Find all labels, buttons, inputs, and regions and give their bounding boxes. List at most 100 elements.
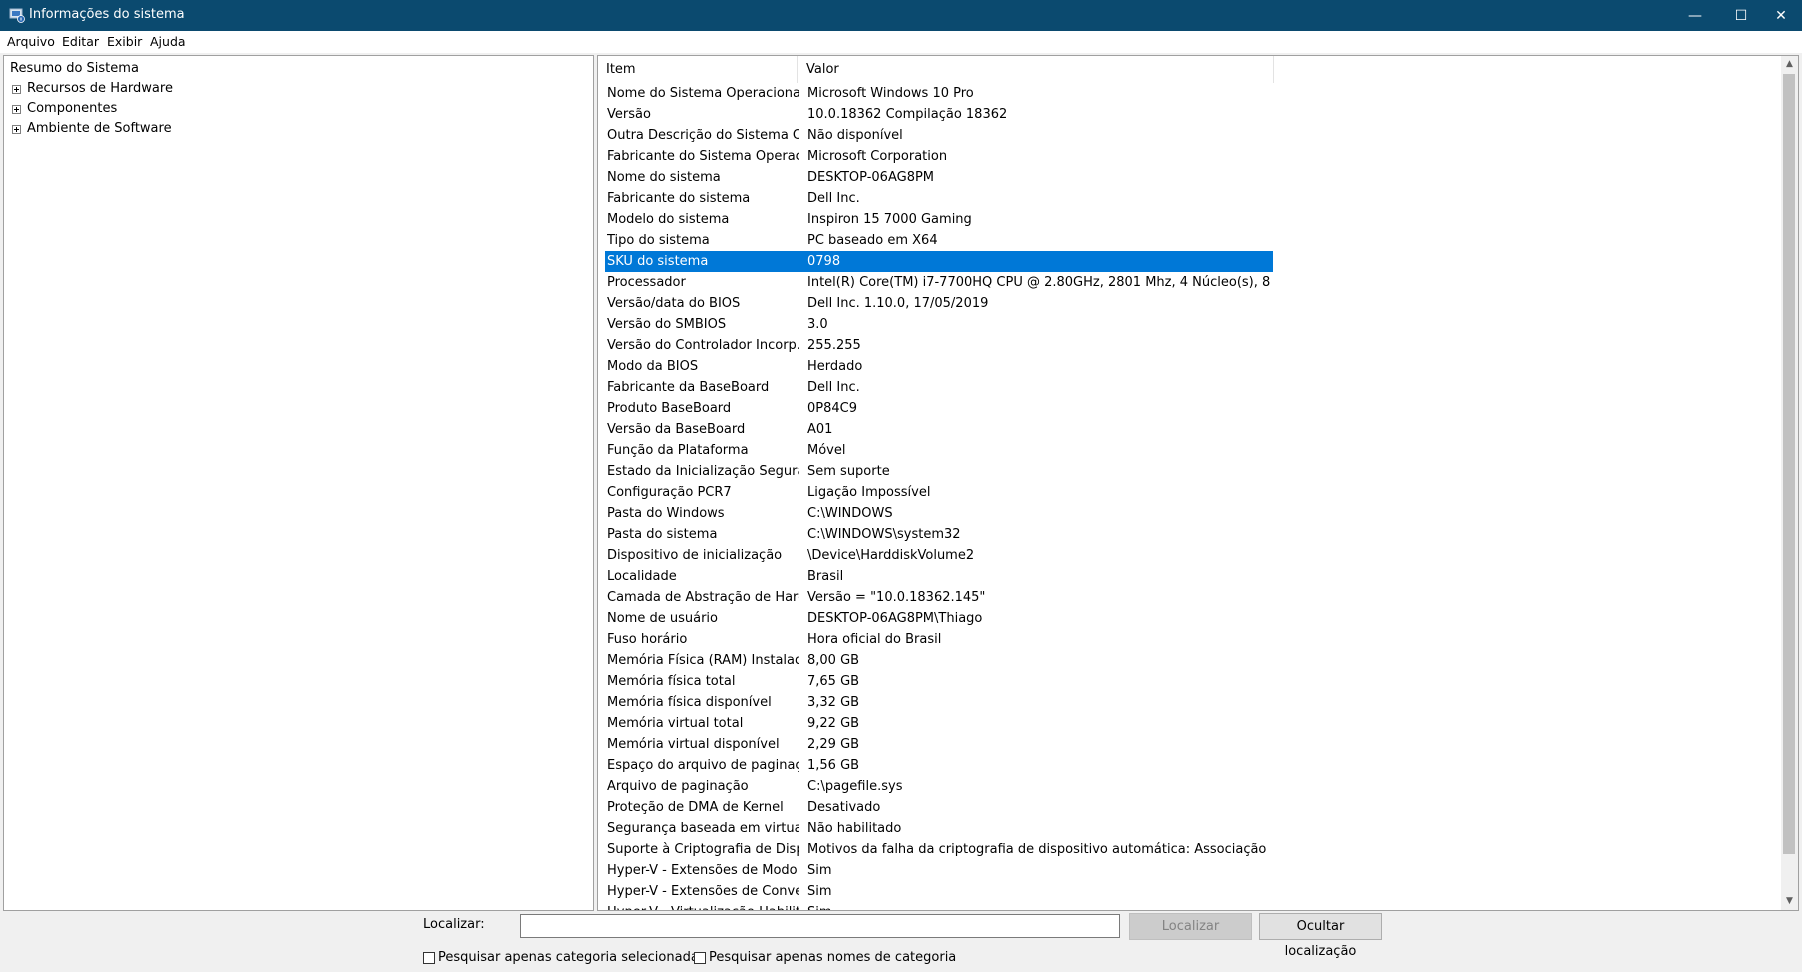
search-category-names-label: Pesquisar apenas nomes de categoria [709, 950, 957, 965]
expand-icon[interactable] [12, 84, 21, 94]
table-row[interactable]: Segurança baseada em virtuali... Não habi… [605, 818, 1273, 839]
table-row[interactable]: Memória virtual disponível 2,29 GB [605, 734, 1273, 755]
expand-icon[interactable] [12, 124, 21, 134]
table-row[interactable]: Nome do Sistema Operacional Microsoft Win… [605, 83, 1273, 104]
table-row[interactable]: Dispositivo de inicialização \Device\Hard… [605, 545, 1273, 566]
table-row[interactable]: SKU do sistema 0798 [605, 251, 1273, 272]
table-row[interactable]: Fabricante do Sistema Operaci... Microsof… [605, 146, 1273, 167]
row-item: Modelo do sistema [607, 212, 730, 227]
row-value: 0798 [807, 254, 841, 269]
scroll-up-icon[interactable]: ▲ [1781, 56, 1798, 73]
row-value: Ligação Impossível [807, 485, 931, 500]
table-row[interactable]: Estado da Inicialização Segura Sem suport… [605, 461, 1273, 482]
table-row[interactable]: Fabricante do sistema Dell Inc. [605, 188, 1273, 209]
table-row[interactable]: Versão do Controlador Incorp... 255.255 [605, 335, 1273, 356]
row-value: Sim [807, 863, 832, 878]
table-row[interactable]: Memória física disponível 3,32 GB [605, 692, 1273, 713]
row-item: Produto BaseBoard [607, 401, 732, 416]
table-row[interactable]: Versão do SMBIOS 3.0 [605, 314, 1273, 335]
row-item: Hyper-V - Extensões de Conver... [607, 884, 799, 899]
column-header-value[interactable]: Valor [798, 56, 1274, 83]
row-value: 3.0 [807, 317, 828, 332]
table-row[interactable]: Outra Descrição do Sistema O... Não dispo… [605, 125, 1273, 146]
search-selected-category-option[interactable]: Pesquisar apenas categoria selecionada [423, 950, 699, 965]
vertical-scrollbar[interactable]: ▲ ▼ [1781, 56, 1798, 910]
menu-editar[interactable]: Editar [62, 34, 99, 49]
row-item: SKU do sistema [607, 254, 709, 269]
row-item: Pasta do sistema [607, 527, 718, 542]
row-value: 0P84C9 [807, 401, 858, 416]
row-value: Dell Inc. [807, 380, 860, 395]
row-item: Fuso horário [607, 632, 688, 647]
table-row[interactable]: Tipo do sistema PC baseado em X64 [605, 230, 1273, 251]
hide-find-button[interactable]: Ocultar localização [1259, 913, 1382, 959]
column-header-item[interactable]: Item [598, 56, 798, 83]
row-item: Memória Física (RAM) Instalada [607, 653, 799, 668]
table-row[interactable]: Nome de usuário DESKTOP-06AG8PM\Thiago [605, 608, 1273, 629]
table-row[interactable]: Versão/data do BIOS Dell Inc. 1.10.0, 17/… [605, 293, 1273, 314]
title-bar: Informações do sistema — ☐ ✕ [0, 0, 1802, 31]
row-item: Suporte à Criptografia de Disp... [607, 842, 799, 857]
tree-item-components[interactable]: Componentes [12, 100, 117, 118]
row-item: Hyper-V - Extensões de Modo ... [607, 863, 799, 878]
search-selected-category-checkbox[interactable] [423, 951, 435, 964]
table-row[interactable]: Configuração PCR7 Ligação Impossível [605, 482, 1273, 503]
table-row[interactable]: Produto BaseBoard 0P84C9 [605, 398, 1273, 419]
tree-item-hardware-resources[interactable]: Recursos de Hardware [12, 80, 173, 98]
scroll-down-icon[interactable]: ▼ [1781, 893, 1798, 910]
table-row[interactable]: Modo da BIOS Herdado [605, 356, 1273, 377]
menu-bar: Arquivo Editar Exibir Ajuda [0, 31, 1802, 53]
menu-exibir[interactable]: Exibir [107, 34, 142, 49]
table-row[interactable]: Fuso horário Hora oficial do Brasil [605, 629, 1273, 650]
table-row[interactable]: Nome do sistema DESKTOP-06AG8PM [605, 167, 1273, 188]
search-category-names-option[interactable]: Pesquisar apenas nomes de categoria [694, 950, 956, 965]
expand-icon[interactable] [12, 104, 21, 114]
table-row[interactable]: Hyper-V - Extensões de Modo ... Sim [605, 860, 1273, 881]
table-row[interactable]: Localidade Brasil [605, 566, 1273, 587]
table-row[interactable]: Hyper-V - Extensões de Conver... Sim [605, 881, 1273, 902]
row-value: A01 [807, 422, 833, 437]
row-item: Configuração PCR7 [607, 485, 732, 500]
row-item: Nome do sistema [607, 170, 721, 185]
row-value: 1,56 GB [807, 758, 860, 773]
row-item: Localidade [607, 569, 677, 584]
details-list: Item Valor Nome do Sistema Operacional Mi… [597, 55, 1799, 911]
table-row[interactable]: Pasta do Windows C:\WINDOWS [605, 503, 1273, 524]
table-row[interactable]: Proteção de DMA de Kernel Desativado [605, 797, 1273, 818]
row-value: Microsoft Windows 10 Pro [807, 86, 974, 101]
table-row[interactable]: Memória Física (RAM) Instalada 8,00 GB [605, 650, 1273, 671]
row-value: Não disponível [807, 128, 903, 143]
menu-arquivo[interactable]: Arquivo [7, 34, 55, 49]
table-row[interactable]: Memória física total 7,65 GB [605, 671, 1273, 692]
table-row[interactable]: Modelo do sistema Inspiron 15 7000 Gaming [605, 209, 1273, 230]
row-value: \Device\HarddiskVolume2 [807, 548, 975, 563]
search-category-names-checkbox[interactable] [694, 951, 706, 964]
table-row[interactable]: Versão 10.0.18362 Compilação 18362 [605, 104, 1273, 125]
table-row[interactable]: Hyper-V - Virtualização Habilit... Sim [605, 902, 1273, 910]
table-row[interactable]: Processador Intel(R) Core(TM) i7-7700HQ C… [605, 272, 1273, 293]
table-row[interactable]: Espaço do arquivo de paginaç... 1,56 GB [605, 755, 1273, 776]
table-row[interactable]: Camada de Abstração de Hard... Versão = "… [605, 587, 1273, 608]
table-row[interactable]: Fabricante da BaseBoard Dell Inc. [605, 377, 1273, 398]
table-row[interactable]: Arquivo de paginação C:\pagefile.sys [605, 776, 1273, 797]
find-input[interactable] [520, 914, 1120, 938]
row-value: 7,65 GB [807, 674, 860, 689]
table-row[interactable]: Versão da BaseBoard A01 [605, 419, 1273, 440]
minimize-button[interactable]: — [1672, 0, 1718, 31]
scroll-thumb[interactable] [1783, 74, 1795, 854]
row-value: 2,29 GB [807, 737, 860, 752]
tree-item-software-environment[interactable]: Ambiente de Software [12, 120, 172, 138]
find-button[interactable]: Localizar [1129, 913, 1252, 940]
row-item: Proteção de DMA de Kernel [607, 800, 784, 815]
close-button[interactable]: ✕ [1758, 0, 1802, 31]
row-value: 9,22 GB [807, 716, 860, 731]
row-item: Memória virtual total [607, 716, 744, 731]
table-row[interactable]: Pasta do sistema C:\WINDOWS\system32 [605, 524, 1273, 545]
tree-item-system-summary[interactable]: Resumo do Sistema [10, 60, 139, 78]
table-row[interactable]: Suporte à Criptografia de Disp... Motivos… [605, 839, 1273, 860]
find-label: Localizar: [423, 917, 485, 932]
row-value: Não habilitado [807, 821, 902, 836]
table-row[interactable]: Função da Plataforma Móvel [605, 440, 1273, 461]
menu-ajuda[interactable]: Ajuda [150, 34, 186, 49]
table-row[interactable]: Memória virtual total 9,22 GB [605, 713, 1273, 734]
